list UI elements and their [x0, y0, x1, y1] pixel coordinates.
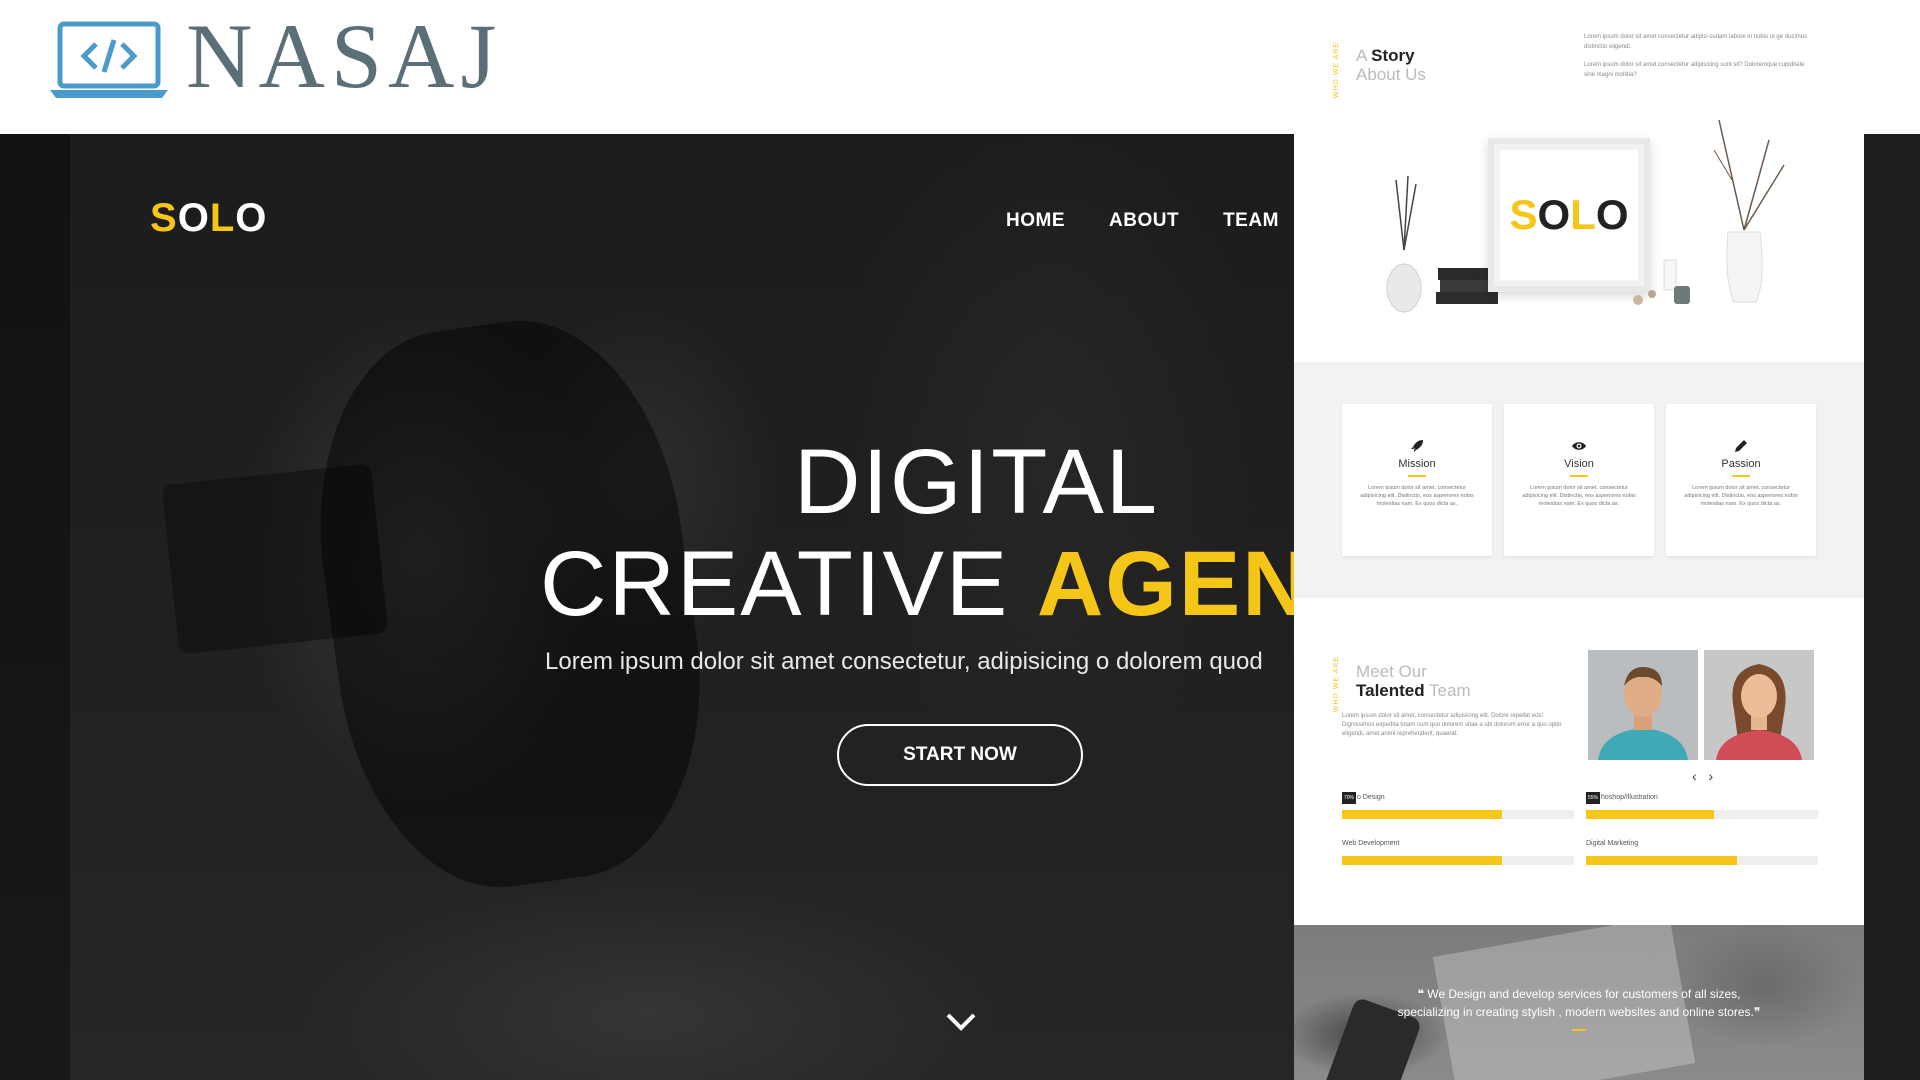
skill-fill	[1586, 856, 1737, 865]
nav-home[interactable]: HOME	[1006, 210, 1065, 232]
vase-branches-image	[1633, 119, 1785, 305]
hero-nav: HOME ABOUT TEAM	[1006, 210, 1279, 232]
team-text: Lorem ipsum dolor sit amet, consectetur …	[1342, 713, 1562, 737]
feature-card-passion: Passion Lorem ipsum dolor sit amet, cons…	[1666, 404, 1816, 556]
template-preview-panel: WHO WE ARE A Story About Us Lorem ipsum …	[1294, 0, 1864, 1080]
page: NASAJ SOLO HOME ABOUT TEAM DIGITAL CREAT…	[0, 0, 1920, 1080]
feature-title: Vision	[1564, 458, 1594, 470]
diffuser-image	[1386, 175, 1422, 313]
skill-bar: 55% hoshop/Illustration	[1586, 792, 1818, 819]
brand-name: NASAJ	[186, 5, 503, 107]
product-mockup-image: SOLO	[1294, 110, 1864, 362]
skill-bar: Web Development	[1342, 838, 1574, 865]
hero-section: SOLO HOME ABOUT TEAM DIGITAL CREATIVE AG…	[0, 134, 1294, 1080]
skill-fill	[1342, 810, 1503, 819]
feature-text: Lorem ipsum dolor sit amet, consectetur …	[1360, 485, 1474, 507]
quote-text: ❝ We Design and develop services for cus…	[1397, 987, 1761, 1019]
team-member-photo	[1704, 650, 1814, 760]
features-section: Mission Lorem ipsum dolor sit amet, cons…	[1294, 362, 1864, 598]
skill-bar: 70% o Design	[1342, 792, 1574, 819]
feature-title: Mission	[1398, 458, 1436, 470]
hero-edge	[1864, 134, 1920, 1080]
hero-title-line2: CREATIVE AGENC	[540, 532, 1294, 637]
pencil-icon	[1735, 440, 1747, 452]
hero-title-accent: AGENC	[1036, 533, 1294, 635]
hero-subtitle: Lorem ipsum dolor sit amet consectetur, …	[545, 648, 1263, 675]
story-text: Lorem ipsum dolor sit amet consectetur a…	[1584, 34, 1808, 78]
brand-bar: NASAJ	[0, 0, 1294, 134]
team-member-photo	[1588, 650, 1698, 760]
chevron-down-icon[interactable]	[944, 1011, 978, 1033]
rocket-icon	[1411, 440, 1423, 452]
nav-team[interactable]: TEAM	[1223, 210, 1279, 232]
hero-shadow	[0, 134, 70, 1080]
story-section-tag: WHO WE ARE	[1333, 42, 1340, 99]
team-title: Meet Our Talented Team	[1356, 662, 1471, 700]
hero-logo[interactable]: SOLO	[150, 196, 267, 241]
feature-text: Lorem ipsum dolor sit amet, consectetur …	[1684, 485, 1798, 507]
skill-fill	[1342, 856, 1503, 865]
skill-bar: Digital Marketing	[1586, 838, 1818, 865]
feature-text: Lorem ipsum dolor sit amet, consectetur …	[1522, 485, 1636, 507]
feature-title: Passion	[1721, 458, 1761, 470]
quote-underline	[1572, 1029, 1586, 1031]
team-carousel-arrows[interactable]: ‹ ›	[1692, 768, 1717, 784]
hero-title-line1: DIGITAL	[794, 431, 1160, 533]
feature-underline	[1732, 475, 1750, 477]
eye-icon	[1572, 442, 1586, 450]
feature-underline	[1570, 475, 1588, 477]
feature-card-mission: Mission Lorem ipsum dolor sit amet, cons…	[1342, 404, 1492, 556]
feature-card-vision: Vision Lorem ipsum dolor sit amet, conse…	[1504, 404, 1654, 556]
feature-underline	[1408, 475, 1426, 477]
nav-about[interactable]: ABOUT	[1109, 210, 1179, 232]
story-title: A Story About Us	[1356, 46, 1426, 84]
laptop-code-icon	[50, 21, 168, 98]
team-section-tag: WHO WE ARE	[1333, 656, 1340, 713]
start-now-button[interactable]: START NOW	[837, 724, 1083, 786]
skill-fill	[1586, 810, 1714, 819]
quote-section: ❝ We Design and develop services for cus…	[1294, 925, 1864, 1080]
